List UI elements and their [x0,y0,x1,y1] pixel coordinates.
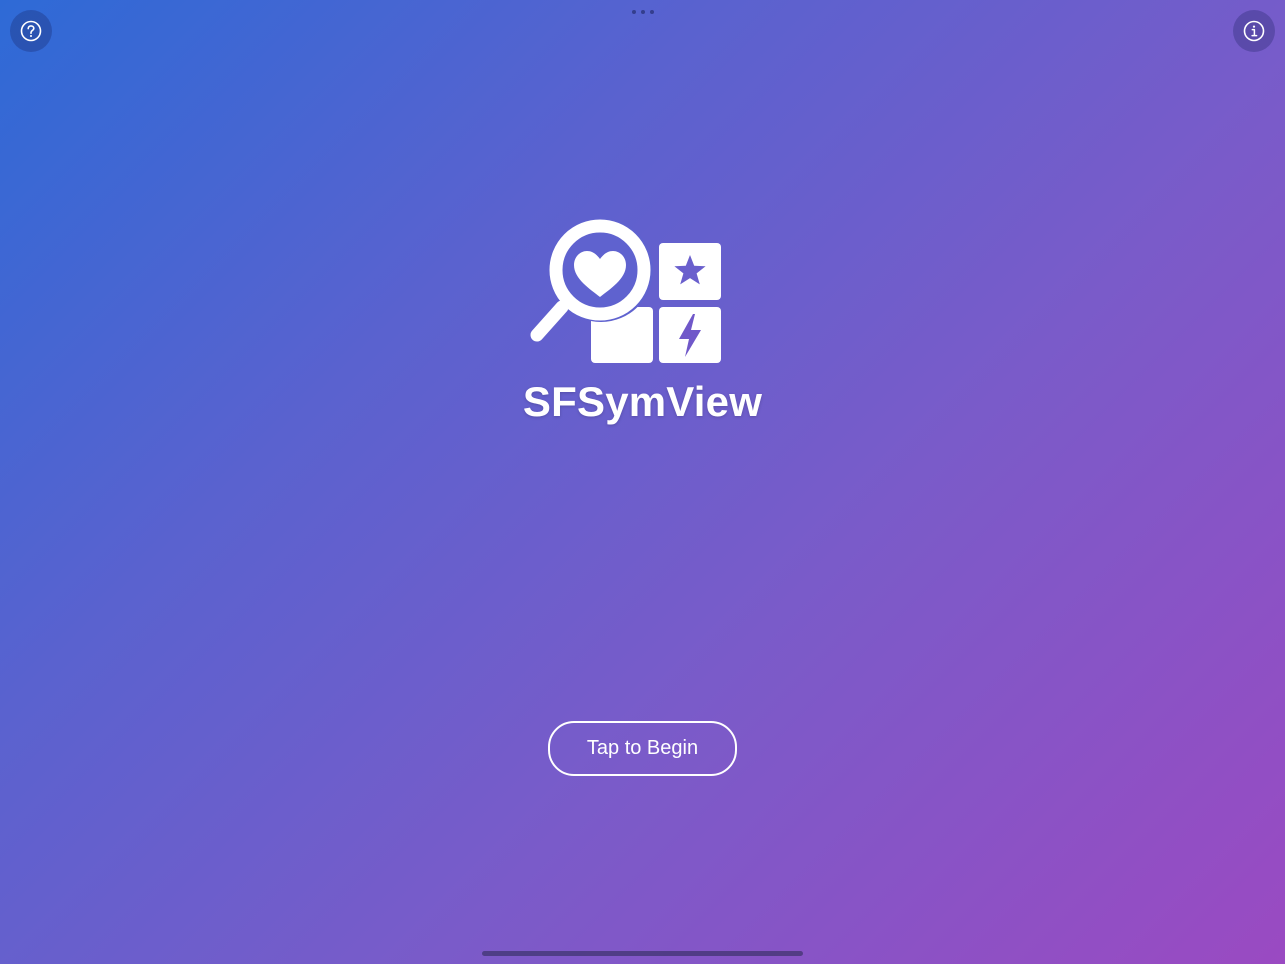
bolt-icon [659,307,721,363]
dot [650,10,654,14]
app-title: SFSymView [522,378,763,425]
dot [641,10,645,14]
app-logo [528,218,724,368]
multitasking-dots[interactable] [632,8,654,16]
star-icon [659,243,721,300]
info-button[interactable] [1233,10,1275,52]
questionmark-circle-icon [20,20,42,42]
help-button[interactable] [10,10,52,52]
info-circle-icon [1243,20,1265,42]
home-indicator[interactable] [482,951,803,956]
begin-button[interactable]: Tap to Begin [548,721,737,776]
dot [632,10,636,14]
